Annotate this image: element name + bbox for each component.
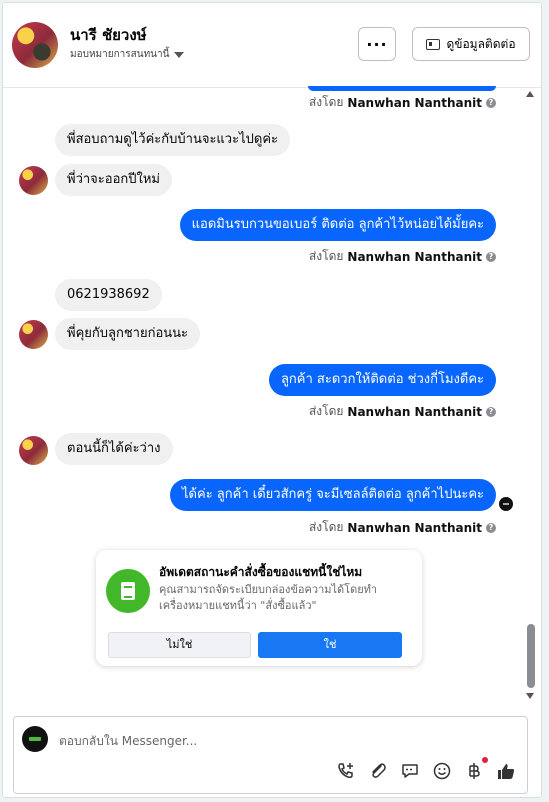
scrollbar-thumb[interactable] bbox=[527, 624, 535, 688]
message-bubble-incoming: 0621938692 bbox=[55, 279, 162, 311]
sender-name: Nanwhan Nanthanit bbox=[347, 249, 482, 264]
help-icon[interactable]: ? bbox=[486, 522, 496, 533]
contact-avatar-small bbox=[19, 436, 48, 465]
sender-name: Nanwhan Nanthanit bbox=[347, 95, 482, 110]
order-icon bbox=[106, 569, 150, 613]
view-contact-button[interactable]: ดูข้อมูลติดต่อ bbox=[412, 27, 530, 61]
assign-conversation-dropdown[interactable]: มอบหมายการสนทนานี้ bbox=[70, 47, 185, 62]
sent-by-label: ส่งโดย Nanwhan Nanthanit ? bbox=[309, 93, 496, 112]
chat-panel: นารี ชัยวงษ์ มอบหมายการสนทนานี้ ··· ดูข้… bbox=[2, 2, 542, 798]
message-bubble-outgoing: แอดมินรบกวนขอเบอร์ ติดต่อ ลูกค้าไว้หน่อย… bbox=[179, 209, 496, 241]
sent-by-label: ส่งโดย Nanwhan Nanthanit ? bbox=[309, 247, 496, 266]
help-icon[interactable]: ? bbox=[486, 406, 496, 417]
contact-avatar-small bbox=[19, 320, 48, 349]
reply-composer bbox=[13, 716, 528, 794]
order-status-card: อัพเดตสถานะคำสั่งซื้อของแชทนี้ใช่ไหม คุณ… bbox=[96, 550, 422, 666]
message-list[interactable]: ส่งโดย Nanwhan Nanthanit ? พี่สอบถามดูไว… bbox=[3, 86, 541, 709]
more-icon: ··· bbox=[366, 34, 388, 54]
view-contact-label: ดูข้อมูลติดต่อ bbox=[446, 36, 516, 51]
contact-card-icon bbox=[426, 38, 441, 50]
reply-input[interactable] bbox=[59, 731, 479, 751]
sender-name: Nanwhan Nanthanit bbox=[347, 404, 482, 419]
contact-avatar[interactable] bbox=[12, 22, 58, 68]
contact-avatar-small bbox=[19, 166, 48, 195]
sent-by-label: ส่งโดย Nanwhan Nanthanit ? bbox=[309, 402, 496, 421]
attachment-icon[interactable] bbox=[367, 760, 389, 782]
assign-label: มอบหมายการสนทนานี้ bbox=[70, 49, 170, 60]
contact-name[interactable]: นารี ชัยวงษ์ bbox=[70, 23, 147, 47]
notification-dot bbox=[482, 757, 488, 763]
sent-by-label: ส่งโดย Nanwhan Nanthanit ? bbox=[309, 518, 496, 537]
sender-name: Nanwhan Nanthanit bbox=[347, 520, 482, 535]
scroll-up-arrow[interactable] bbox=[526, 91, 534, 97]
quick-reply-icon[interactable] bbox=[399, 760, 421, 782]
order-card-description: คุณสามารถจัดระเบียบกล่องข้อความได้โดยทำเ… bbox=[159, 583, 378, 612]
seen-indicator bbox=[499, 497, 513, 511]
message-bubble-outgoing: ได้ค่ะ ลูกค้า เดี๋ยวสักครู่ จะมีเซลล์ติด… bbox=[170, 479, 496, 511]
thumbs-up-icon[interactable] bbox=[495, 760, 517, 782]
order-card-title: อัพเดตสถานะคำสั่งซื้อของแชทนี้ใช่ไหม bbox=[159, 565, 363, 579]
message-bubble-partial bbox=[308, 86, 496, 91]
message-bubble-incoming: ตอนนี้ก็ได้ค่ะว่าง bbox=[55, 433, 173, 465]
page-avatar bbox=[22, 726, 48, 752]
emoji-icon[interactable] bbox=[431, 760, 453, 782]
caret-down-icon bbox=[174, 51, 185, 58]
composer-toolbar bbox=[335, 757, 517, 782]
more-options-button[interactable]: ··· bbox=[358, 27, 396, 61]
message-bubble-incoming: พี่ว่าจะออกปีใหม่ bbox=[55, 164, 172, 196]
yes-button[interactable]: ใช่ bbox=[258, 632, 402, 658]
message-bubble-incoming: พี่สอบถามดูไว้ค่ะกับบ้านจะแวะไปดูค่ะ bbox=[55, 124, 290, 156]
baht-icon[interactable] bbox=[463, 757, 488, 782]
help-icon[interactable]: ? bbox=[486, 97, 496, 108]
message-bubble-incoming: พี่คุยกับลูกชายก่อนนะ bbox=[55, 318, 201, 350]
chat-header: นารี ชัยวงษ์ มอบหมายการสนทนานี้ ··· ดูข้… bbox=[3, 3, 541, 88]
scroll-down-arrow[interactable] bbox=[526, 693, 534, 699]
no-button[interactable]: ไม่ใช่ bbox=[108, 632, 251, 658]
message-bubble-outgoing: ลูกค้า สะดวกให้ติดต่อ ช่วงกี่โมงดีคะ bbox=[268, 364, 496, 396]
phone-plus-icon[interactable] bbox=[335, 760, 357, 782]
help-icon[interactable]: ? bbox=[486, 251, 496, 262]
